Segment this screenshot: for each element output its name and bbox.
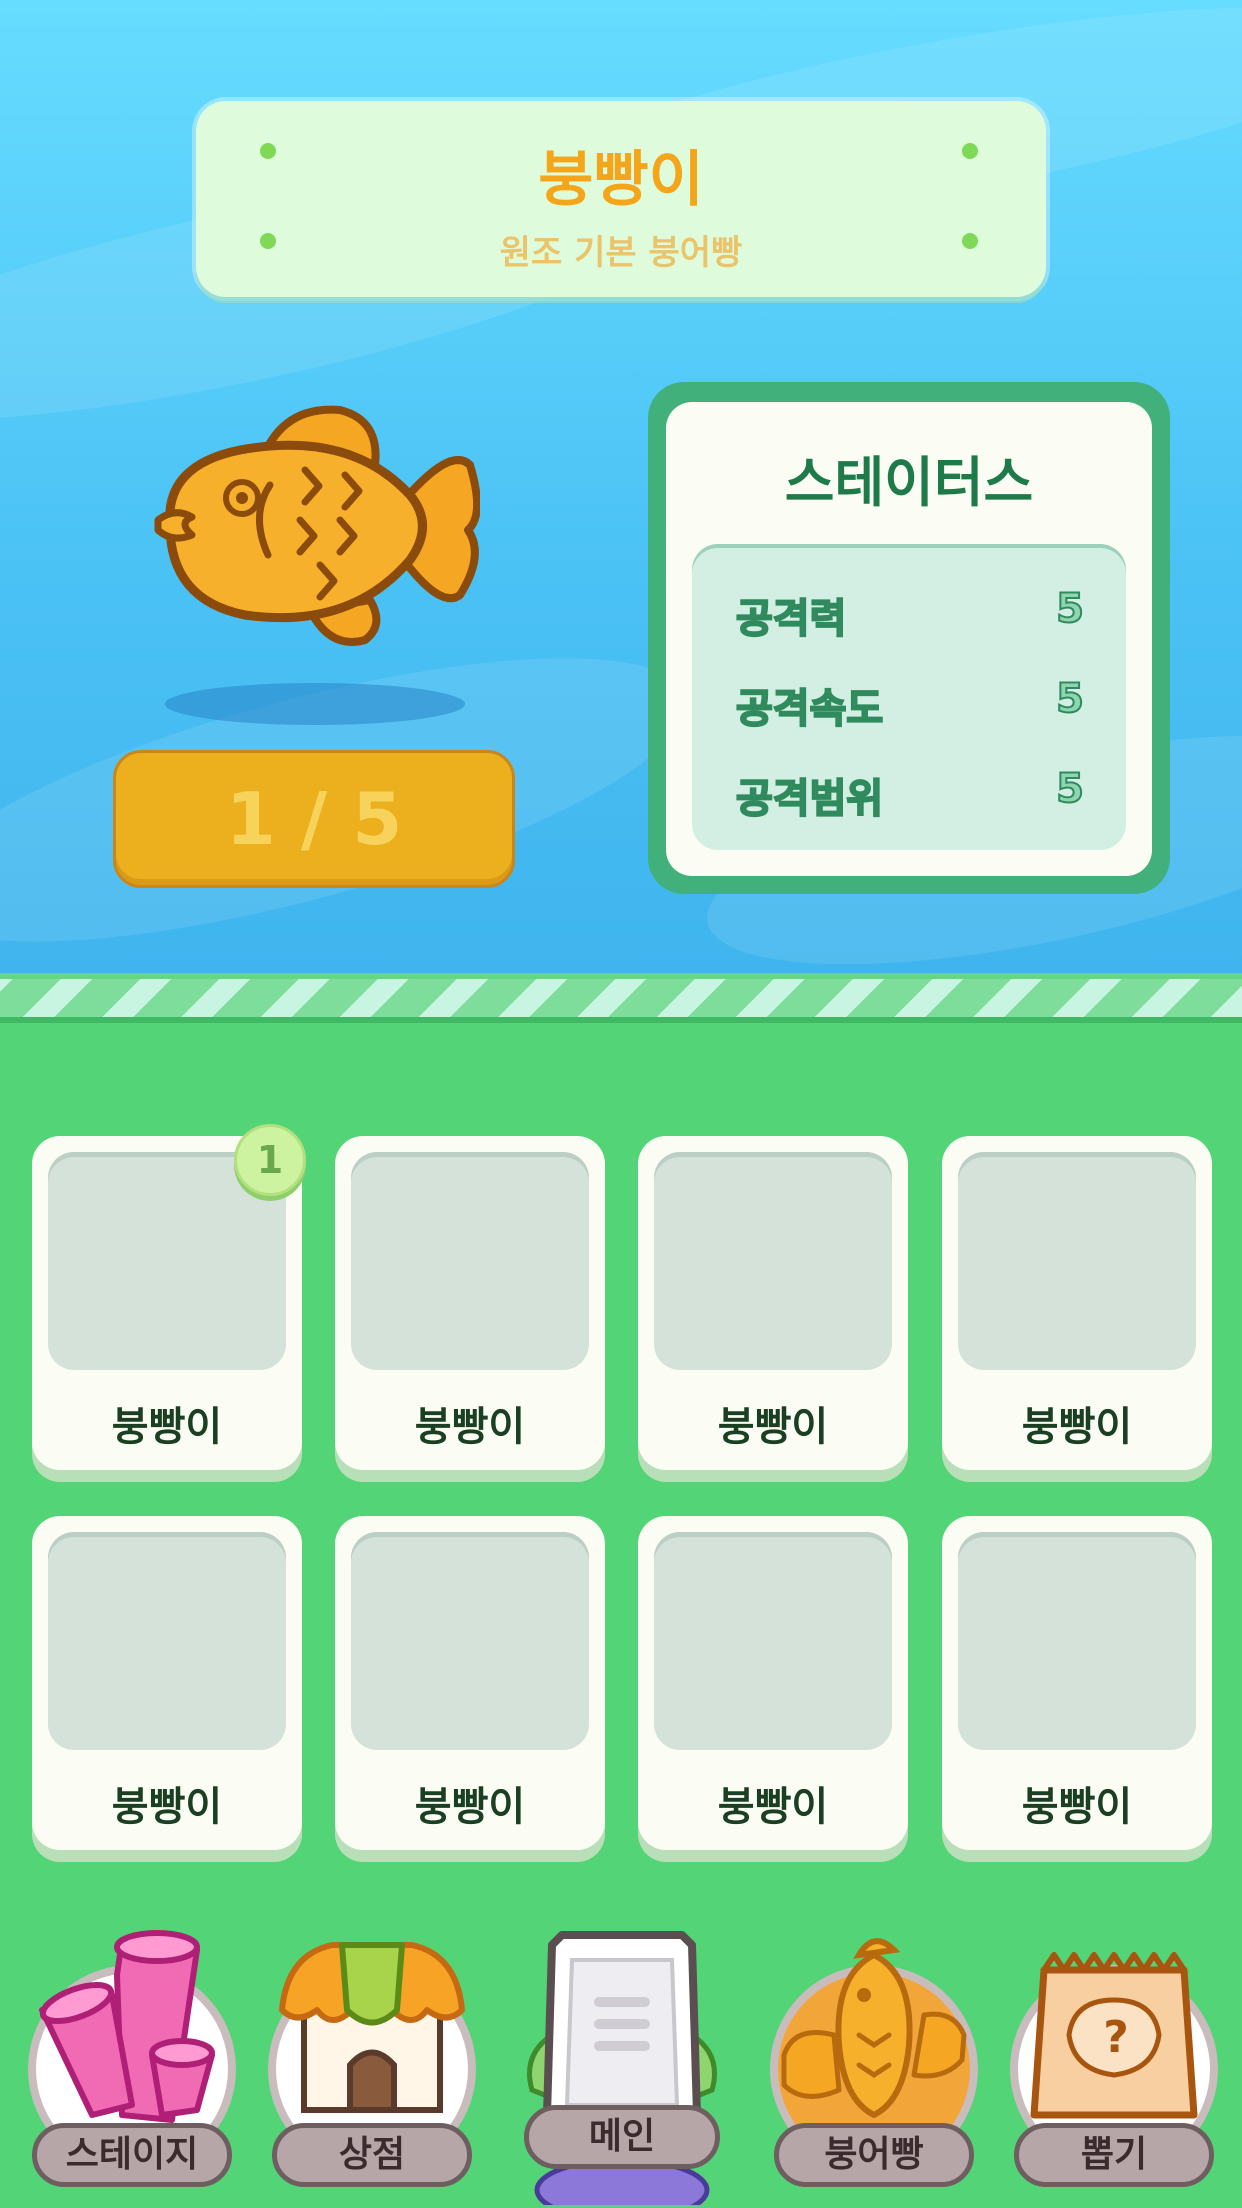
character-shadow [165, 683, 465, 725]
shop-icon [279, 1942, 465, 2113]
card-label: 붕빵이 [111, 1404, 223, 1450]
collection-card[interactable]: 붕빵이 [335, 1516, 605, 1850]
stat-row-attack: 공격력 5 [735, 585, 1085, 646]
card-image-slot [958, 1532, 1196, 1750]
stat-label: 공격범위 [735, 775, 884, 823]
status-panel-inner: 스테이터스 공격력 5 공격속도 5 공격범위 5 [666, 402, 1152, 876]
character-description: 원조 기본 붕어빵 [499, 233, 743, 273]
character-name: 붕빵이 [538, 145, 704, 215]
stat-value: 5 [1055, 675, 1085, 723]
status-panel: 스테이터스 공격력 5 공격속도 5 공격범위 5 [648, 382, 1170, 894]
status-title: 스테이터스 [784, 451, 1034, 514]
nav-item-taiyaki[interactable]: 붕어빵 [764, 1915, 984, 2208]
count-badge: 1 [234, 1124, 306, 1196]
collection-card[interactable]: 붕빵이 [638, 1516, 908, 1850]
taiyaki-icon [781, 1938, 967, 2118]
nav-label: 상점 [272, 2123, 472, 2187]
taiyaki-fish-icon [150, 395, 482, 655]
nav-item-main[interactable]: 메인 [512, 1915, 732, 2208]
nav-label: 뽑기 [1014, 2123, 1214, 2187]
card-image-slot [351, 1152, 589, 1370]
collection-card[interactable]: 붕빵이 1 [32, 1124, 306, 1470]
striped-divider [0, 973, 1242, 1023]
character-count-display: 1 / 5 [113, 750, 515, 888]
character-title-card: 붕빵이 원조 기본 붕어빵 [196, 101, 1046, 297]
card-label: 붕빵이 [111, 1784, 223, 1830]
gacha-bag-icon: ? [1030, 1952, 1198, 2119]
svg-text:?: ? [1103, 2012, 1129, 2063]
stat-value: 5 [1055, 765, 1085, 813]
card-label: 붕빵이 [1021, 1784, 1133, 1830]
nav-item-gacha[interactable]: ? 뽑기 [1004, 1915, 1224, 2208]
stat-label: 공격력 [735, 595, 847, 643]
collection-card[interactable]: 붕빵이 [638, 1136, 908, 1470]
status-list: 공격력 5 공격속도 5 공격범위 5 [692, 544, 1126, 850]
card-image-slot [654, 1532, 892, 1750]
collection-card[interactable]: 붕빵이 [32, 1516, 302, 1850]
collection-card[interactable]: 붕빵이 [942, 1136, 1212, 1470]
card-label: 붕빵이 [414, 1784, 526, 1830]
collection-card[interactable]: 붕빵이 [335, 1136, 605, 1470]
card-image-slot [351, 1532, 589, 1750]
stat-row-attack-range: 공격범위 5 [735, 765, 1085, 826]
card-label: 붕빵이 [717, 1784, 829, 1830]
nav-item-stage[interactable]: 스테이지 [22, 1915, 242, 2208]
nav-item-shop[interactable]: 상점 [262, 1915, 482, 2208]
card-label: 붕빵이 [717, 1404, 829, 1450]
card-image-slot [654, 1152, 892, 1370]
collection-card[interactable]: 붕빵이 [942, 1516, 1212, 1850]
card-label: 붕빵이 [1021, 1404, 1133, 1450]
nav-label: 메인 [524, 2105, 720, 2169]
card-image-slot [958, 1152, 1196, 1370]
card-image-slot [48, 1532, 286, 1750]
nav-label: 붕어빵 [774, 2123, 974, 2187]
stat-row-attack-speed: 공격속도 5 [735, 675, 1085, 736]
stat-value: 5 [1055, 585, 1085, 633]
coral-icon [39, 1930, 215, 2123]
card-label: 붕빵이 [414, 1404, 526, 1450]
stat-label: 공격속도 [735, 685, 884, 733]
nav-label: 스테이지 [32, 2123, 232, 2187]
